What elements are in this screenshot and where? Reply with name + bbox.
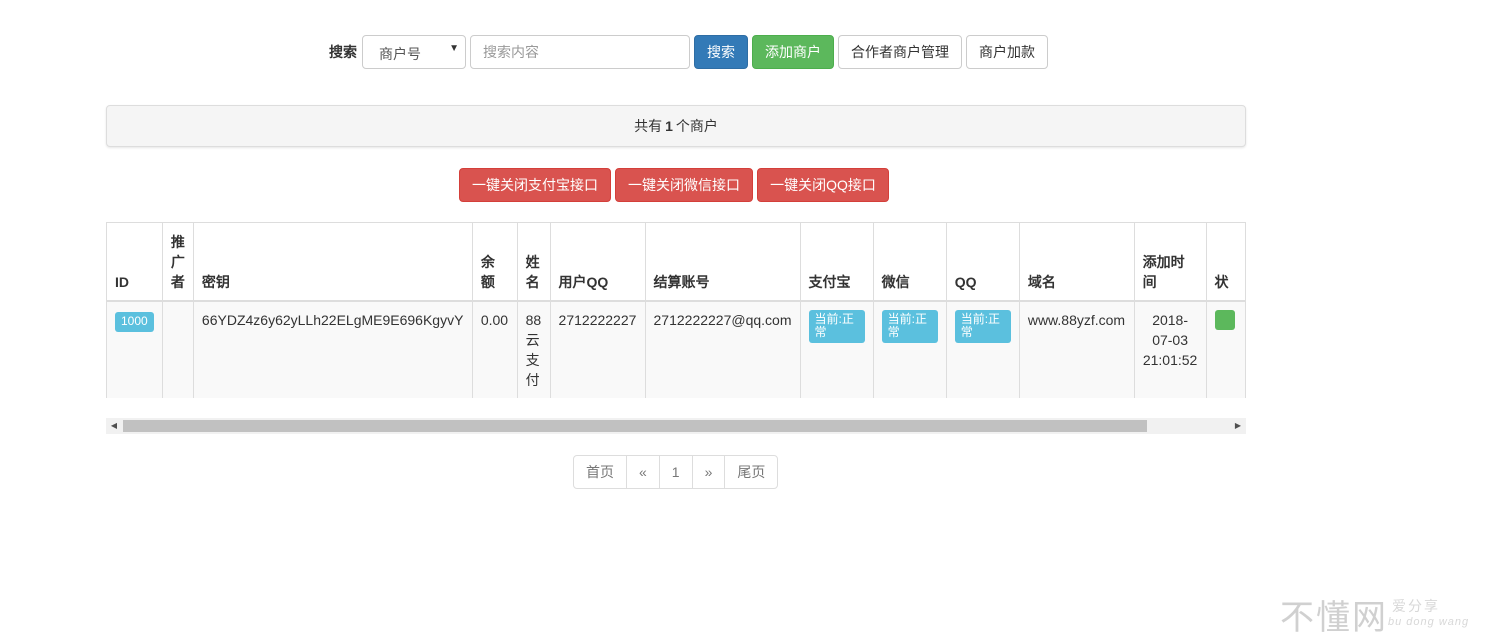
col-header-wechat: 微信	[872, 222, 947, 302]
col-header-account: 结算账号	[644, 222, 801, 302]
search-label: 搜索	[329, 44, 357, 60]
prev-page-link[interactable]: «	[626, 455, 660, 489]
qq-status-badge[interactable]: 当前:正常	[954, 310, 1011, 343]
partner-merchant-button[interactable]: 合作者商户管理	[838, 35, 962, 69]
cell-promoter	[161, 300, 194, 398]
search-type-value: 商户号	[379, 46, 421, 62]
table-row: 1000 66YDZ4z6y62yLLh22ELgME9E696KgyvY 0.…	[106, 300, 1246, 398]
search-type-select[interactable]: 商户号 ▼	[362, 35, 466, 69]
table-header-row: ID 推广者 密钥 余额 姓名 用户QQ 结算账号 支付宝 微信 QQ 域名 添…	[106, 222, 1246, 302]
merchant-table-wrapper: ID 推广者 密钥 余额 姓名 用户QQ 结算账号 支付宝 微信 QQ 域名 添…	[106, 222, 1246, 398]
add-merchant-button[interactable]: 添加商户	[752, 35, 834, 69]
count-suffix: 个商户	[675, 118, 718, 134]
caret-down-icon: ▼	[449, 43, 459, 54]
cell-name: 88云支付	[516, 300, 551, 398]
col-header-name: 姓名	[516, 222, 551, 302]
merchant-table: ID 推广者 密钥 余额 姓名 用户QQ 结算账号 支付宝 微信 QQ 域名 添…	[106, 222, 1246, 398]
col-header-promoter: 推广者	[161, 222, 194, 302]
col-header-balance: 余额	[471, 222, 518, 302]
page-1-link[interactable]: 1	[658, 455, 693, 489]
search-input[interactable]	[470, 35, 690, 69]
first-page-link[interactable]: 首页	[573, 455, 627, 489]
search-bar: 搜索 商户号 ▼ 搜索 添加商户 合作者商户管理 商户加款	[329, 35, 1052, 69]
watermark-logo-text: 不懂网	[1280, 598, 1388, 638]
cell-added-time: 2018-07-03 21:01:52	[1133, 300, 1207, 398]
merchant-count: 1	[665, 118, 673, 134]
col-header-status: 状	[1205, 222, 1246, 302]
bulk-actions: 一键关闭支付宝接口 一键关闭微信接口 一键关闭QQ接口	[459, 168, 893, 202]
col-header-id: ID	[106, 222, 163, 302]
merchant-recharge-button[interactable]: 商户加款	[966, 35, 1048, 69]
cell-key: 66YDZ4z6y62yLLh22ELgME9E696KgyvY	[192, 300, 473, 398]
merchant-id-badge[interactable]: 1000	[115, 312, 154, 332]
cell-account: 2712222227@qq.com	[644, 300, 801, 398]
table-horizontal-scrollbar[interactable]: ◀ ▶	[106, 418, 1246, 434]
cell-domain: www.88yzf.com	[1018, 300, 1135, 398]
col-header-domain: 域名	[1018, 222, 1135, 302]
scroll-left-icon[interactable]: ◀	[106, 420, 122, 432]
col-header-qq: QQ	[945, 222, 1020, 302]
cell-user-qq: 2712222227	[549, 300, 646, 398]
last-page-link[interactable]: 尾页	[724, 455, 779, 489]
cell-balance: 0.00	[471, 300, 518, 398]
next-page-link[interactable]: »	[691, 455, 726, 489]
watermark-pinyin: bu dong wang	[1388, 616, 1470, 628]
status-badge[interactable]	[1214, 310, 1235, 330]
count-prefix: 共有	[634, 118, 663, 134]
search-button[interactable]: 搜索	[694, 35, 748, 69]
scroll-right-icon[interactable]: ▶	[1230, 420, 1246, 432]
col-header-alipay: 支付宝	[799, 222, 874, 302]
merchant-count-panel: 共有 1 个商户	[106, 105, 1246, 147]
col-header-user-qq: 用户QQ	[549, 222, 646, 302]
close-alipay-button[interactable]: 一键关闭支付宝接口	[459, 168, 611, 202]
pagination: 首页 « 1 » 尾页	[573, 455, 779, 489]
col-header-added-time: 添加时间	[1133, 222, 1207, 302]
alipay-status-badge[interactable]: 当前:正常	[808, 310, 865, 343]
wechat-status-badge[interactable]: 当前:正常	[881, 310, 938, 343]
close-wechat-button[interactable]: 一键关闭微信接口	[615, 168, 753, 202]
watermark-tagline: 爱分享	[1392, 598, 1440, 614]
col-header-key: 密钥	[192, 222, 473, 302]
scrollbar-thumb[interactable]	[123, 420, 1147, 432]
watermark: 不懂网 爱分享 bu dong wang	[1280, 590, 1480, 638]
close-qq-button[interactable]: 一键关闭QQ接口	[757, 168, 889, 202]
